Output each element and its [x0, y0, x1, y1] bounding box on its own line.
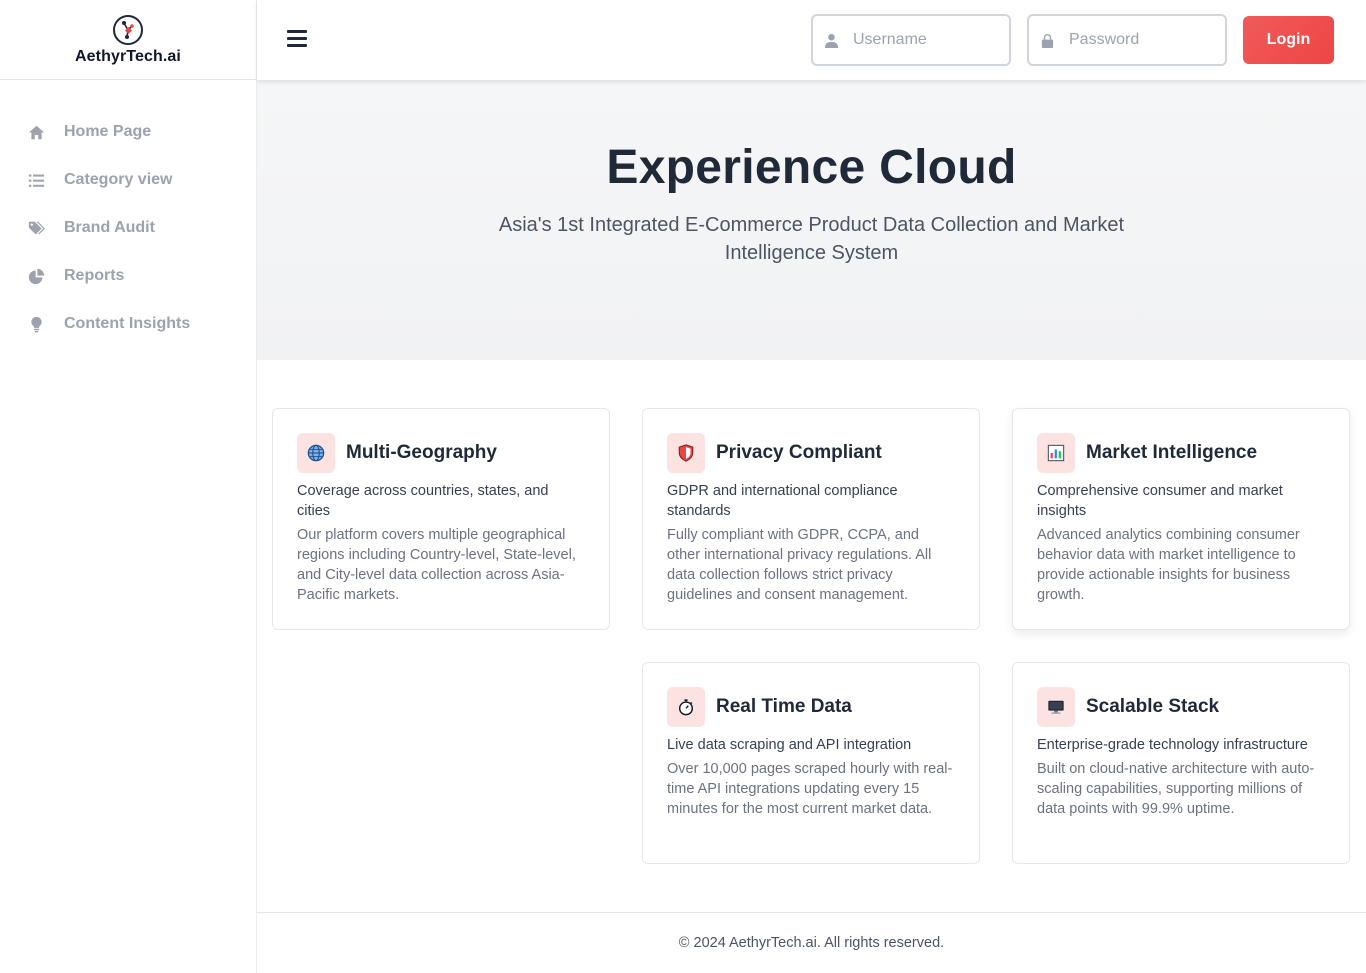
card-title: Privacy Compliant — [716, 442, 882, 463]
sidebar-item-label: Home Page — [64, 123, 152, 140]
card-lead: Coverage across countries, states, and c… — [297, 483, 549, 519]
sidebar-nav: Home Page Category view Brand Audit Repo… — [0, 80, 256, 348]
card-lead: GDPR and international compliance standa… — [667, 483, 898, 519]
monitor-icon — [1037, 687, 1075, 727]
card-title: Real Time Data — [716, 696, 852, 717]
card-lead: Comprehensive consumer and market insigh… — [1037, 483, 1283, 519]
sidebar-item-brand-audit[interactable]: Brand Audit — [0, 204, 256, 252]
tags-icon — [27, 219, 45, 237]
sidebar-item-reports[interactable]: Reports — [0, 252, 256, 300]
sidebar-item-label: Brand Audit — [64, 219, 155, 236]
card-description: Over 10,000 pages scraped hourly with re… — [667, 761, 953, 817]
page-title: Experience Cloud — [606, 141, 1017, 194]
password-input[interactable] — [1069, 31, 1209, 49]
sidebar: AethyrTech.ai Home Page Category view Br… — [0, 0, 257, 973]
home-icon — [27, 123, 45, 141]
sidebar-item-content-insights[interactable]: Content Insights — [0, 300, 256, 348]
login-button[interactable]: Login — [1243, 16, 1334, 64]
password-field[interactable] — [1027, 14, 1227, 66]
stopwatch-icon — [667, 687, 705, 727]
menu-toggle-icon[interactable] — [287, 30, 307, 50]
card-lead: Enterprise-grade technology infrastructu… — [1037, 737, 1308, 753]
hero-section: Experience Cloud Asia's 1st Integrated E… — [257, 80, 1366, 360]
logo[interactable]: AethyrTech.ai — [0, 0, 256, 80]
feature-card-market-intelligence: Market Intelligence Comprehensive consum… — [1012, 408, 1350, 630]
list-icon — [27, 171, 45, 189]
card-title: Multi-Geography — [346, 442, 497, 463]
logo-icon — [113, 14, 143, 45]
hero-subtitle: Asia's 1st Integrated E-Commerce Product… — [498, 214, 1125, 264]
pie-chart-icon — [27, 267, 45, 285]
user-icon — [823, 32, 839, 48]
shield-icon — [667, 433, 705, 473]
card-description: Advanced analytics combining consumer be… — [1037, 527, 1300, 603]
sidebar-item-label: Category view — [64, 171, 173, 188]
feature-card-scalable-stack: Scalable Stack Enterprise-grade technolo… — [1012, 662, 1350, 864]
card-description: Built on cloud-native architecture with … — [1037, 761, 1315, 817]
card-description: Fully compliant with GDPR, CCPA, and oth… — [667, 527, 932, 603]
sidebar-item-label: Reports — [64, 267, 125, 284]
copyright-text: © 2024 AethyrTech.ai. All rights reserve… — [678, 935, 945, 951]
card-title: Scalable Stack — [1086, 696, 1220, 717]
card-description: Our platform covers multiple geographica… — [297, 527, 576, 603]
username-input[interactable] — [853, 31, 993, 49]
card-title: Market Intelligence — [1086, 442, 1258, 463]
brand-name: AethyrTech.ai — [75, 47, 181, 65]
footer: © 2024 AethyrTech.ai. All rights reserve… — [257, 912, 1366, 973]
top-header: Login — [257, 0, 1366, 80]
sidebar-item-label: Content Insights — [64, 315, 191, 332]
feature-card-real-time-data: Real Time Data Live data scraping and AP… — [642, 662, 980, 864]
lightbulb-icon — [27, 315, 45, 333]
bar-chart-icon — [1037, 433, 1075, 473]
username-field[interactable] — [811, 14, 1011, 66]
sidebar-item-category-view[interactable]: Category view — [0, 156, 256, 204]
globe-icon — [297, 433, 335, 473]
card-lead: Live data scraping and API integration — [667, 737, 912, 753]
feature-card-privacy-compliant: Privacy Compliant GDPR and international… — [642, 408, 980, 630]
lock-icon — [1039, 32, 1055, 48]
sidebar-item-home-page[interactable]: Home Page — [0, 108, 256, 156]
feature-card-multi-geography: Multi-Geography Coverage across countrie… — [272, 408, 610, 630]
